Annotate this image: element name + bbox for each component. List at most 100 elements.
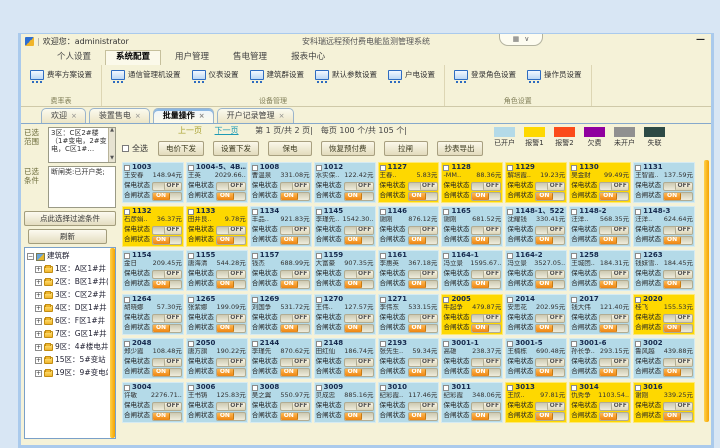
close-switch[interactable]: ON: [216, 412, 246, 421]
close-switch[interactable]: ON: [599, 236, 629, 245]
close-switch[interactable]: ON: [408, 192, 438, 201]
close-switch[interactable]: ON: [471, 324, 501, 333]
meter-card[interactable]: 1145李瑾先..1542.30..保电状态OFF合闸状态ON: [314, 206, 376, 247]
protect-switch[interactable]: OFF: [599, 270, 629, 279]
meter-card[interactable]: 1271李伟东533.15元保电状态OFF合闸状态ON: [378, 294, 440, 335]
protect-switch[interactable]: OFF: [663, 226, 693, 235]
expand-icon[interactable]: +: [35, 344, 42, 351]
meter-card[interactable]: 3016谢刚339.25元保电状态OFF合闸状态ON: [633, 382, 695, 423]
close-switch[interactable]: ON: [344, 324, 374, 333]
card-checkbox[interactable]: [252, 385, 258, 391]
card-checkbox[interactable]: [507, 385, 513, 391]
card-checkbox[interactable]: [507, 253, 513, 259]
meter-card[interactable]: 1132石彦娟..36.37元保电状态OFF合闸状态ON: [122, 206, 184, 247]
card-checkbox[interactable]: [316, 297, 322, 303]
close-switch[interactable]: ON: [408, 324, 438, 333]
range-box-scrollbar[interactable]: ▲▼: [108, 128, 115, 162]
card-checkbox[interactable]: [252, 341, 258, 347]
close-switch[interactable]: ON: [344, 412, 374, 421]
card-checkbox[interactable]: [380, 341, 386, 347]
tree-scrollbar[interactable]: [110, 248, 115, 438]
close-switch[interactable]: ON: [280, 280, 310, 289]
meter-card[interactable]: 1148-1、522沈耀钱330.41元保电状态OFF合闸状态ON: [505, 206, 567, 247]
menu-item-用户管理[interactable]: 用户管理: [165, 51, 219, 65]
close-icon[interactable]: ×: [71, 112, 77, 120]
choose-filter-button[interactable]: 点此选择过滤条件: [24, 211, 116, 226]
protect-switch[interactable]: OFF: [663, 182, 693, 191]
protect-switch[interactable]: OFF: [344, 270, 374, 279]
card-checkbox[interactable]: [188, 165, 194, 171]
close-switch[interactable]: ON: [152, 368, 182, 377]
close-switch[interactable]: ON: [280, 192, 310, 201]
close-switch[interactable]: ON: [535, 280, 565, 289]
close-switch[interactable]: ON: [663, 324, 693, 333]
meter-card[interactable]: 2050唐方旗190.22元保电状态OFF合闸状态ON: [186, 338, 248, 379]
meter-card[interactable]: 1159大富豪907.35元保电状态OFF合闸状态ON: [314, 250, 376, 291]
close-switch[interactable]: ON: [280, 412, 310, 421]
tree-root[interactable]: −建筑群: [27, 250, 108, 263]
close-switch[interactable]: ON: [152, 324, 182, 333]
protect-switch[interactable]: OFF: [408, 270, 438, 279]
card-checkbox[interactable]: [252, 297, 258, 303]
meter-card[interactable]: 1164-1冯立景1595.67..保电状态OFF合闸状态ON: [441, 250, 503, 291]
protect-switch[interactable]: OFF: [280, 270, 310, 279]
protect-switch[interactable]: OFF: [152, 226, 182, 235]
card-checkbox[interactable]: [635, 209, 641, 215]
card-checkbox[interactable]: [571, 253, 577, 259]
ribbon-button-户电设置[interactable]: 户电设置: [388, 70, 435, 80]
protect-switch[interactable]: OFF: [152, 270, 182, 279]
meter-card[interactable]: 3002鲁风越439.88元保电状态OFF合闸状态ON: [633, 338, 695, 379]
meter-card[interactable]: 1128-MM..88.36元保电状态OFF合闸状态ON: [441, 162, 503, 203]
close-switch[interactable]: ON: [280, 368, 310, 377]
close-switch[interactable]: ON: [471, 412, 501, 421]
toolbar-button-抄表导出[interactable]: 抄表导出: [437, 141, 483, 156]
close-switch[interactable]: ON: [471, 280, 501, 289]
close-switch[interactable]: ON: [344, 192, 374, 201]
close-switch[interactable]: ON: [535, 192, 565, 201]
toolbar-button-拉闸[interactable]: 拉闸: [384, 141, 428, 156]
protect-switch[interactable]: OFF: [280, 402, 310, 411]
meter-card[interactable]: 1127王春..5.83元保电状态OFF合闸状态ON: [378, 162, 440, 203]
meter-card[interactable]: 3009贝成忠885.16元保电状态OFF合闸状态ON: [314, 382, 376, 423]
protect-switch[interactable]: OFF: [408, 402, 438, 411]
expand-icon[interactable]: +: [35, 370, 42, 377]
card-checkbox[interactable]: [188, 209, 194, 215]
close-switch[interactable]: ON: [535, 236, 565, 245]
protect-switch[interactable]: OFF: [216, 270, 246, 279]
grid-scrollbar[interactable]: [704, 160, 709, 422]
protect-switch[interactable]: OFF: [152, 358, 182, 367]
protect-switch[interactable]: OFF: [408, 358, 438, 367]
protect-switch[interactable]: OFF: [152, 314, 182, 323]
card-checkbox[interactable]: [635, 385, 641, 391]
meter-card[interactable]: 1129解培霞..19.23元保电状态OFF合闸状态ON: [505, 162, 567, 203]
meter-card[interactable]: 1165谢刚681.52元保电状态OFF合闸状态ON: [441, 206, 503, 247]
card-checkbox[interactable]: [124, 341, 130, 347]
close-icon[interactable]: ×: [279, 112, 285, 120]
meter-card[interactable]: 2014安思花202.95元保电状态OFF合闸状态ON: [505, 294, 567, 335]
tab-开户记录管理[interactable]: 开户记录管理×: [217, 108, 294, 123]
meter-card[interactable]: 1155唐海清544.28元保电状态OFF合闸状态ON: [186, 250, 248, 291]
meter-card[interactable]: 3013王欣..97.81元保电状态OFF合闸状态ON: [505, 382, 567, 423]
protect-switch[interactable]: OFF: [471, 270, 501, 279]
protect-switch[interactable]: OFF: [280, 182, 310, 191]
meter-card[interactable]: 2017钱大伟121.40元保电状态OFF合闸状态ON: [569, 294, 631, 335]
card-checkbox[interactable]: [635, 341, 641, 347]
card-checkbox[interactable]: [188, 385, 194, 391]
protect-switch[interactable]: OFF: [599, 314, 629, 323]
menu-item-售电管理[interactable]: 售电管理: [223, 51, 277, 65]
meter-card[interactable]: 3004许敏2276.71..保电状态OFF合闸状态ON: [122, 382, 184, 423]
card-checkbox[interactable]: [507, 165, 513, 171]
protect-switch[interactable]: OFF: [599, 182, 629, 191]
meter-card[interactable]: 1265张紫娜199.09元保电状态OFF合闸状态ON: [186, 294, 248, 335]
tree-item[interactable]: +19区：9#变电站（2#…: [27, 367, 108, 380]
protect-switch[interactable]: OFF: [216, 402, 246, 411]
meter-card[interactable]: 1164-2冯立景3527.05..保电状态OFF合闸状态ON: [505, 250, 567, 291]
card-checkbox[interactable]: [635, 165, 641, 171]
ribbon-button-操作员设置[interactable]: 操作员设置: [527, 70, 582, 80]
close-switch[interactable]: ON: [663, 368, 693, 377]
close-switch[interactable]: ON: [344, 236, 374, 245]
meter-card[interactable]: 1004-5、4B…王英2029.66..保电状态OFF合闸状态ON: [186, 162, 248, 203]
protect-switch[interactable]: OFF: [599, 402, 629, 411]
selected-range-box[interactable]: 3区：C区2#楼（1#变电，2#变电，C区1#… ▲▼: [48, 127, 116, 163]
card-checkbox[interactable]: [316, 385, 322, 391]
